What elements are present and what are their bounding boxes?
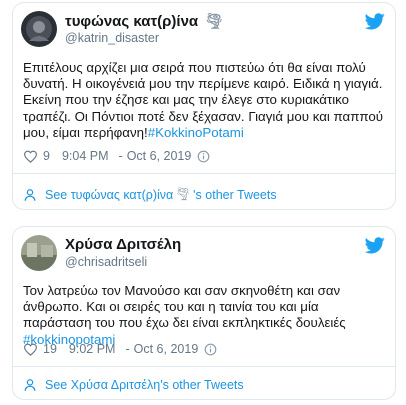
hashtag-link[interactable]: #KokkinoPotami xyxy=(148,125,244,140)
author-handle[interactable]: @chrisadritseli xyxy=(65,255,147,269)
tweet-meta: 19 9:02 PM - Oct 6, 2019 xyxy=(23,342,217,356)
info-icon[interactable] xyxy=(197,150,210,163)
see-other-tweets-link[interactable]: See Χρύσα Δριτσέλη's other Tweets xyxy=(23,378,244,392)
twitter-bird-icon[interactable] xyxy=(365,237,385,254)
twitter-bird-icon[interactable] xyxy=(365,13,385,30)
tweet-header: τυφώνας κατ(ρ)ίνα 🌪 @katrin_disaster xyxy=(13,3,395,49)
tweet-card: Χρύσα Δριτσέλη @chrisadritseli Τον λατρε… xyxy=(12,226,396,400)
like-count[interactable]: 19 xyxy=(43,342,57,356)
tweet-text: Επιτέλους αρχίζει μια σειρά που πιστεύω … xyxy=(23,60,387,141)
see-other-tweets-link[interactable]: See τυφώνας κατ(ρ)ίνα 🌪 's other Tweets xyxy=(23,187,277,202)
avatar[interactable] xyxy=(21,11,57,47)
author-handle[interactable]: @katrin_disaster xyxy=(65,31,159,45)
tweet-header: Χρύσα Δριτσέλη @chrisadritseli xyxy=(13,227,395,273)
tornado-emoji: 🌪 xyxy=(175,187,192,201)
tweet-date[interactable]: Oct 6, 2019 xyxy=(134,342,199,356)
footer-text: See Χρύσα Δριτσέλη's other Tweets xyxy=(45,378,244,392)
author-name[interactable]: τυφώνας κατ(ρ)ίνα 🌪 xyxy=(65,12,225,30)
author-name-text: τυφώνας κατ(ρ)ίνα xyxy=(65,13,199,30)
profile-icon xyxy=(24,188,36,201)
like-count[interactable]: 9 xyxy=(43,149,50,163)
divider xyxy=(13,366,395,367)
footer-text-prefix: See τυφώνας κατ(ρ)ίνα xyxy=(45,187,174,202)
tornado-emoji: 🌪 xyxy=(204,13,224,30)
meta-separator: - xyxy=(125,342,130,356)
divider xyxy=(13,173,395,174)
tweet-card: τυφώνας κατ(ρ)ίνα 🌪 @katrin_disaster Επι… xyxy=(12,2,396,210)
author-name[interactable]: Χρύσα Δριτσέλη xyxy=(65,236,181,253)
meta-separator: - xyxy=(118,149,123,163)
avatar[interactable] xyxy=(21,235,57,271)
info-icon[interactable] xyxy=(204,343,217,356)
heart-icon[interactable] xyxy=(23,150,38,163)
tweet-meta: 9 9:04 PM - Oct 6, 2019 xyxy=(23,149,210,163)
tweet-text: Τον λατρεύω τον Μανούσο και σαν σκηνοθέτ… xyxy=(23,283,387,348)
footer-text-suffix: 's other Tweets xyxy=(193,187,277,202)
tweet-time[interactable]: 9:04 PM xyxy=(62,149,109,163)
heart-icon[interactable] xyxy=(23,343,38,356)
tweet-date[interactable]: Oct 6, 2019 xyxy=(127,149,192,163)
profile-icon xyxy=(24,379,36,391)
tweet-time[interactable]: 9:02 PM xyxy=(69,342,116,356)
tweet-body: Τον λατρεύω τον Μανούσο και σαν σκηνοθέτ… xyxy=(23,283,346,331)
